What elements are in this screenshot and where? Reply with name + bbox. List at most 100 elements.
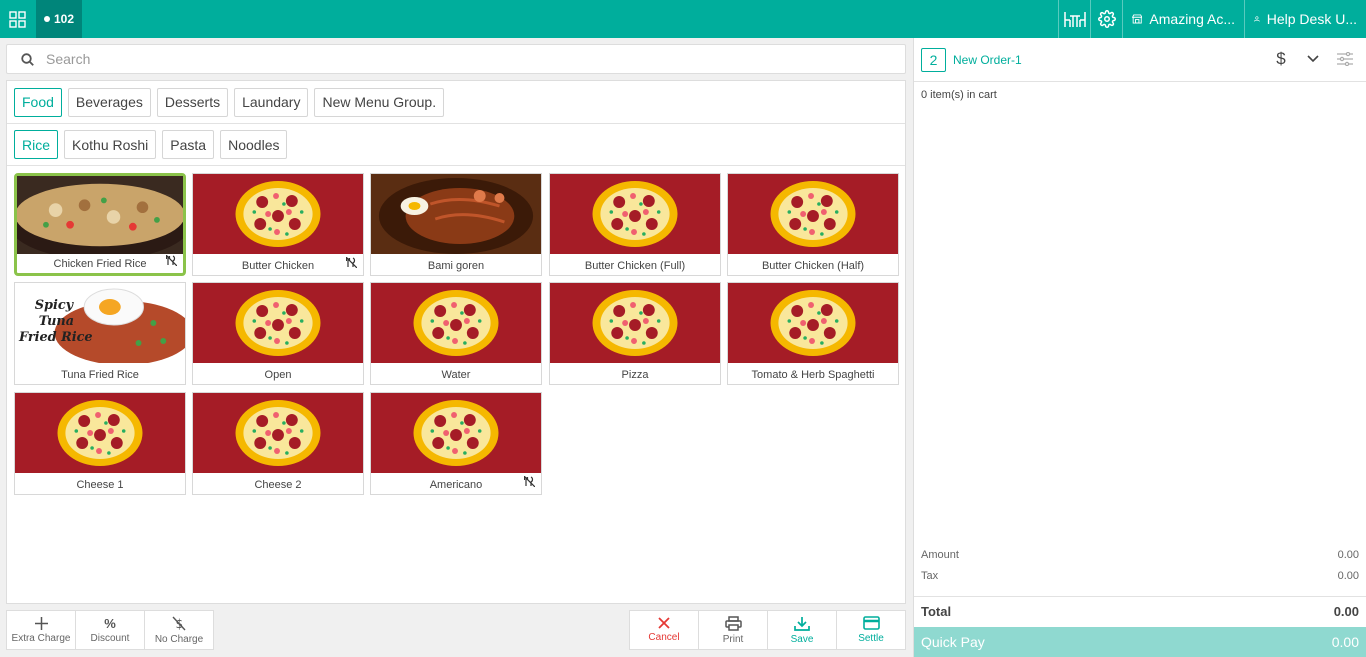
percent-icon: % [104, 615, 116, 631]
grid-icon [9, 10, 26, 28]
menu-item-tuna-fried-rice[interactable]: Spicy Tuna Fried Rice Tuna Fried Rice [14, 282, 186, 385]
item-name: Tomato & Herb Spaghetti [751, 369, 875, 381]
category-rice[interactable]: Rice [14, 130, 59, 159]
menu-group-laundary[interactable]: Laundary [234, 87, 309, 117]
fried-rice-photo [17, 176, 183, 254]
category-tabs: Rice Kothu Roshi Pasta Noodles [7, 124, 905, 166]
sliders-icon[interactable] [1334, 48, 1356, 70]
menu-item-bami-goren[interactable]: Bami goren [370, 173, 542, 276]
item-name: Cheese 1 [76, 479, 124, 491]
status-dot-icon [43, 16, 50, 22]
menu-group-desserts[interactable]: Desserts [156, 87, 229, 117]
pizza-placeholder-image [193, 393, 363, 473]
order-adjust-toolbar: Extra Charge % Discount $ No Charge [6, 610, 214, 650]
menu-item-butter-chicken[interactable]: Butter Chicken [192, 173, 364, 276]
top-bar: 102 Amazing Ac... Help Desk U... [0, 0, 1366, 38]
discount-button[interactable]: % Discount [76, 611, 145, 649]
category-kothu-roshi[interactable]: Kothu Roshi [64, 130, 157, 159]
menu-item-tomato-herb-spaghetti[interactable]: Tomato & Herb Spaghetti [727, 282, 899, 385]
pizza-placeholder-image [15, 393, 185, 473]
close-icon [658, 617, 670, 629]
menu-item-butter-chicken-full[interactable]: Butter Chicken (Full) [549, 173, 721, 276]
bami-goren-photo [371, 174, 541, 254]
cancel-button[interactable]: Cancel [630, 611, 699, 649]
category-noodles[interactable]: Noodles [220, 130, 288, 159]
item-name: Open [264, 369, 292, 381]
discount-label: Discount [90, 632, 130, 644]
no-charge-label: No Charge [154, 633, 204, 645]
item-name: Water [441, 369, 471, 381]
item-name: Butter Chicken [241, 260, 315, 272]
svg-text:Tuna: Tuna [39, 314, 74, 329]
save-label: Save [790, 633, 814, 645]
store-icon [1132, 14, 1143, 24]
menu-item-pizza[interactable]: Pizza [549, 282, 721, 385]
apps-grid-button[interactable] [0, 0, 35, 38]
item-name: Butter Chicken (Full) [584, 260, 686, 272]
user-menu[interactable]: Help Desk U... [1244, 0, 1366, 38]
tax-value: 0.00 [1337, 570, 1359, 582]
item-name: Butter Chicken (Half) [761, 260, 865, 272]
menu-item-open[interactable]: Open [192, 282, 364, 385]
menu-group-tabs: Food Beverages Desserts Laundary New Men… [7, 81, 905, 124]
chevron-down-icon[interactable] [1302, 48, 1324, 70]
svg-text:Spicy: Spicy [35, 298, 75, 313]
extra-charge-label: Extra Charge [11, 632, 71, 644]
search-input[interactable] [46, 51, 846, 67]
tables-button[interactable] [1058, 0, 1090, 38]
quick-pay-value: 0.00 [1331, 634, 1359, 650]
total-value: 0.00 [1333, 604, 1359, 619]
menu-item-cheese-2[interactable]: Cheese 2 [192, 392, 364, 495]
no-charge-button[interactable]: $ No Charge [145, 611, 213, 649]
item-name: Bami goren [427, 260, 485, 272]
tax-row: Tax 0.00 [921, 570, 1359, 582]
store-selector[interactable]: Amazing Ac... [1122, 0, 1244, 38]
pizza-placeholder-image [371, 283, 541, 363]
menu-item-chicken-fried-rice[interactable]: Chicken Fried Rice [14, 173, 186, 276]
search-bar [6, 44, 906, 74]
menu-item-americano[interactable]: Americano [370, 392, 542, 495]
category-pasta[interactable]: Pasta [162, 130, 215, 159]
pizza-placeholder-image [728, 174, 898, 254]
svg-text:Fried Rice: Fried Rice [18, 330, 93, 345]
item-name: Americano [429, 479, 483, 491]
table-number: 102 [53, 12, 75, 26]
store-name: Amazing Ac... [1149, 11, 1235, 27]
save-button[interactable]: Save [768, 611, 837, 649]
table-selector[interactable]: 102 [36, 0, 82, 38]
item-name: Cheese 2 [254, 479, 302, 491]
extra-charge-button[interactable]: Extra Charge [7, 611, 76, 649]
menu-item-butter-chicken-half[interactable]: Butter Chicken (Half) [727, 173, 899, 276]
pizza-placeholder-image [550, 283, 720, 363]
menu-item-water[interactable]: Water [370, 282, 542, 385]
order-name[interactable]: New Order-1 [953, 53, 1022, 67]
tuna-fried-rice-photo: Spicy Tuna Fried Rice [15, 283, 185, 363]
settle-button[interactable]: Settle [837, 611, 905, 649]
menu-group-beverages[interactable]: Beverages [67, 87, 151, 117]
menu-item-cheese-1[interactable]: Cheese 1 [14, 392, 186, 495]
user-name: Help Desk U... [1266, 11, 1357, 27]
no-charge-icon [345, 256, 358, 271]
currency-icon[interactable]: $ [1270, 48, 1292, 70]
quick-pay-button[interactable]: Quick Pay 0.00 [914, 627, 1366, 657]
printer-icon [724, 615, 742, 631]
menu-group-food[interactable]: Food [14, 87, 62, 117]
order-action-toolbar: Cancel Print Save Settle [629, 610, 906, 650]
table-chairs-icon [1063, 12, 1086, 27]
pizza-placeholder-image [371, 393, 541, 473]
pizza-placeholder-image [550, 174, 720, 254]
no-charge-icon [523, 475, 536, 490]
print-button[interactable]: Print [699, 611, 768, 649]
item-name: Tuna Fried Rice [61, 369, 139, 381]
amount-label: Amount [921, 549, 959, 561]
settings-button[interactable] [1090, 0, 1122, 38]
cancel-label: Cancel [648, 632, 680, 643]
pizza-placeholder-image [728, 283, 898, 363]
order-number-badge[interactable]: 2 [921, 47, 946, 72]
settle-label: Settle [858, 633, 884, 644]
pizza-placeholder-image [193, 174, 363, 254]
menu-group-new[interactable]: New Menu Group. [314, 87, 445, 117]
item-name: Pizza [621, 369, 649, 381]
total-row: Total 0.00 [914, 596, 1366, 626]
card-icon [862, 616, 880, 630]
